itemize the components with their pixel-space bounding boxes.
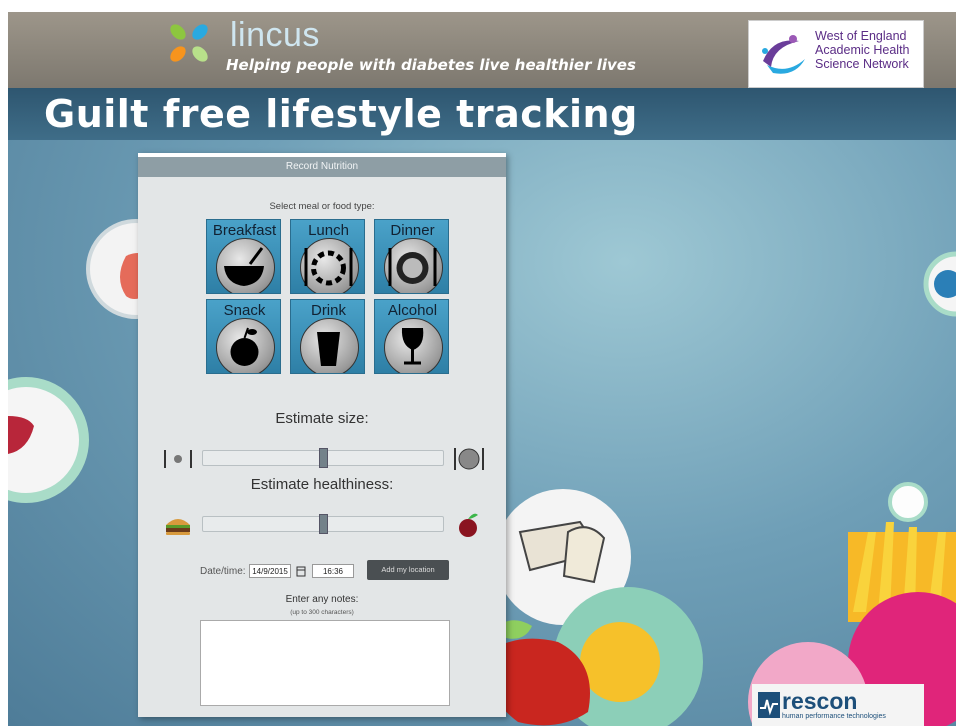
glass-icon — [317, 332, 340, 366]
slider-thumb[interactable] — [319, 514, 328, 534]
partner-logo-line-2: Academic Health — [815, 43, 910, 57]
partner-logo-icon — [762, 35, 805, 74]
meal-tile-breakfast[interactable]: Breakfast — [206, 219, 281, 294]
slide-background: lincus Helping people with diabetes live… — [8, 12, 956, 726]
plate-lunch-icon — [304, 248, 353, 286]
apple-icon — [230, 327, 259, 366]
lincus-logo-icon — [170, 24, 208, 62]
partner-logo-line-3: Science Network — [815, 57, 909, 71]
notes-label: Enter any notes: — [285, 594, 359, 605]
healthiness-slider[interactable] — [202, 514, 444, 534]
select-meal-label: Select meal or food type: — [269, 201, 375, 212]
apple-healthy-icon — [459, 513, 478, 537]
time-field[interactable]: 16:36 — [312, 564, 354, 578]
meal-tile-lunch[interactable]: Lunch — [290, 219, 365, 294]
tagline: Helping people with diabetes live health… — [226, 56, 636, 74]
small-plate-icon — [164, 450, 192, 468]
wine-glass-icon — [401, 328, 424, 365]
rescon-sub: human performance technologies — [782, 713, 886, 720]
estimate-size-label: Estimate size: — [275, 410, 369, 427]
meal-tile-label: Alcohol — [387, 302, 438, 319]
meal-tile-label: Lunch — [308, 222, 349, 239]
rescon-name: rescon — [782, 688, 858, 714]
rescon-logo: rescon human performance technologies — [752, 684, 924, 726]
meal-tile-label: Breakfast — [212, 222, 277, 239]
rescon-logo-icon — [758, 692, 780, 718]
slide-title: Guilt free lifestyle tracking — [44, 92, 638, 136]
slider-thumb[interactable] — [319, 448, 328, 468]
meal-tile-alcohol[interactable]: Alcohol — [374, 299, 449, 374]
plate-dinner-icon — [388, 248, 437, 286]
burger-icon — [166, 519, 190, 535]
record-nutrition-panel: Record Nutrition Select meal or food typ… — [138, 153, 506, 717]
meal-tile-dinner[interactable]: Dinner — [374, 219, 449, 294]
date-field[interactable]: 14/9/2015 — [249, 564, 291, 578]
panel-header: Record Nutrition — [138, 157, 506, 177]
estimate-healthiness-label: Estimate healthiness: — [250, 476, 394, 493]
brand-name: lincus — [230, 16, 320, 54]
large-plate-icon — [454, 448, 484, 470]
meal-tile-label: Drink — [310, 302, 346, 319]
size-slider[interactable] — [202, 448, 444, 468]
meal-tile-snack[interactable]: Snack — [206, 299, 281, 374]
calendar-icon[interactable] — [296, 565, 306, 577]
meal-tile-label: Snack — [223, 302, 266, 319]
partner-logo-line-1: West of England — [815, 29, 907, 43]
notes-textarea[interactable] — [200, 620, 450, 706]
notes-hint: (up to 300 characters) — [290, 609, 354, 616]
date-time-label: Date/time: — [200, 566, 246, 577]
bowl-icon — [224, 247, 264, 286]
meal-tile-drink[interactable]: Drink — [290, 299, 365, 374]
add-location-button[interactable]: Add my location — [367, 560, 449, 580]
meal-tile-label: Dinner — [390, 222, 435, 239]
partner-logo: West of England Academic Health Science … — [748, 20, 924, 88]
